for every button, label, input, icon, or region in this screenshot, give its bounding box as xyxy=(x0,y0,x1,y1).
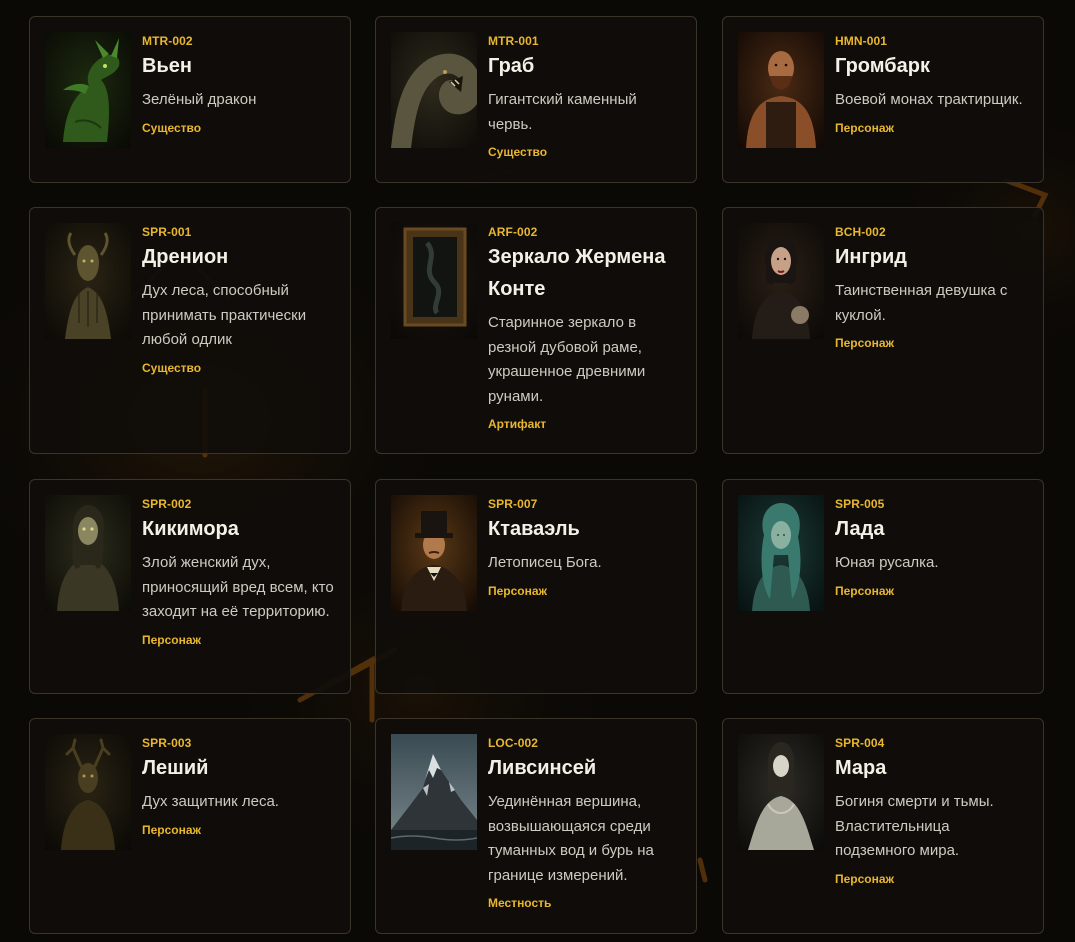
girl-portrait xyxy=(738,223,824,339)
thumbnail-art xyxy=(45,495,131,611)
entity-code: HMN-001 xyxy=(835,34,888,48)
thumbnail-art xyxy=(45,32,131,148)
card-info: SPR-005 Лада Юная русалка. Персонаж xyxy=(835,497,1029,598)
entity-type-badge[interactable]: Существо xyxy=(488,145,682,159)
entity-name[interactable]: Лада xyxy=(835,513,1029,545)
entity-card-spr-002[interactable]: SPR-002 Кикимора Злой женский дух, прино… xyxy=(29,479,351,694)
entity-type-badge[interactable]: Существо xyxy=(142,121,336,135)
entity-card-bch-002[interactable]: BCH-002 Ингрид Таинственная девушка с ку… xyxy=(722,207,1044,454)
card-info: LOC-002 Ливсинсей Уединённая вершина, во… xyxy=(488,736,682,910)
thumbnail-art xyxy=(391,223,477,339)
thumbnail-art xyxy=(738,32,824,148)
entity-type-badge[interactable]: Персонаж xyxy=(835,872,1029,886)
card-info: SPR-007 Ктаваэль Летописец Бога. Персона… xyxy=(488,497,682,598)
thumbnail-art xyxy=(45,734,131,850)
monk-portrait xyxy=(738,32,824,148)
entity-card-spr-003[interactable]: SPR-003 Леший Дух защитник леса. Персона… xyxy=(29,718,351,934)
entity-description: Зелёный дракон xyxy=(142,91,257,108)
mirror-image xyxy=(391,223,477,339)
stone-worm-portrait xyxy=(391,32,477,148)
entity-code: SPR-003 xyxy=(142,736,192,750)
entity-type-badge[interactable]: Местность xyxy=(488,896,682,910)
entity-name[interactable]: Ктаваэль xyxy=(488,513,682,545)
entity-type-badge[interactable]: Персонаж xyxy=(142,633,336,647)
entity-description: Уединённая вершина, возвышающаяся среди … xyxy=(488,793,654,884)
entity-card-spr-005[interactable]: SPR-005 Лада Юная русалка. Персонаж xyxy=(722,479,1044,694)
mountain-image xyxy=(391,734,477,850)
entity-name[interactable]: Ливсинсей xyxy=(488,752,682,784)
kikimora-portrait xyxy=(45,495,131,611)
entity-description: Гигантский каменный червь. xyxy=(488,91,637,133)
entity-code: SPR-001 xyxy=(142,225,192,239)
pale-woman-portrait xyxy=(738,734,824,850)
entity-name[interactable]: Ингрид xyxy=(835,241,1029,273)
entity-description: Таинственная девушка с куклой. xyxy=(835,282,1008,324)
mermaid-portrait xyxy=(738,495,824,611)
entity-code: LOC-002 xyxy=(488,736,539,750)
card-info: MTR-002 Вьен Зелёный дракон Существо xyxy=(142,34,336,135)
entity-card-hmn-001[interactable]: HMN-001 Громбарк Воевой монах трактирщик… xyxy=(722,16,1044,183)
entity-description: Летописец Бога. xyxy=(488,554,602,571)
entity-type-badge[interactable]: Персонаж xyxy=(835,121,1029,135)
entity-card-arf-002[interactable]: ARF-002 Зеркало Жермена Конте Старинное … xyxy=(375,207,697,454)
entity-name[interactable]: Зеркало Жермена Конте xyxy=(488,241,682,305)
card-info: HMN-001 Громбарк Воевой монах трактирщик… xyxy=(835,34,1029,135)
entity-card-loc-002[interactable]: LOC-002 Ливсинсей Уединённая вершина, во… xyxy=(375,718,697,934)
green-dragon-portrait xyxy=(45,32,131,148)
entity-card-mtr-002[interactable]: MTR-002 Вьен Зелёный дракон Существо xyxy=(29,16,351,183)
entity-description: Дух леса, способный принимать практическ… xyxy=(142,282,307,348)
card-info: MTR-001 Граб Гигантский каменный червь. … xyxy=(488,34,682,159)
thumbnail-art xyxy=(738,495,824,611)
entity-code: MTR-002 xyxy=(142,34,193,48)
entity-name[interactable]: Леший xyxy=(142,752,336,784)
entity-type-badge[interactable]: Существо xyxy=(142,361,336,375)
entity-code: ARF-002 xyxy=(488,225,538,239)
entity-type-badge[interactable]: Персонаж xyxy=(142,823,336,837)
entity-type-badge[interactable]: Персонаж xyxy=(835,336,1029,350)
entity-code: BCH-002 xyxy=(835,225,886,239)
thumbnail-art xyxy=(391,495,477,611)
card-info: SPR-001 Дренион Дух леса, способный прин… xyxy=(142,225,336,375)
entity-description: Дух защитник леса. xyxy=(142,793,279,810)
entity-card-spr-004[interactable]: SPR-004 Мара Богиня смерти и тьмы. Власт… xyxy=(722,718,1044,934)
entity-type-badge[interactable]: Персонаж xyxy=(488,584,682,598)
entity-description: Богиня смерти и тьмы. Властительница под… xyxy=(835,793,994,859)
card-info: SPR-002 Кикимора Злой женский дух, прино… xyxy=(142,497,336,647)
top-hat-man-portrait xyxy=(391,495,477,611)
entity-card-mtr-001[interactable]: MTR-001 Граб Гигантский каменный червь. … xyxy=(375,16,697,183)
entity-name[interactable]: Граб xyxy=(488,50,682,82)
thumbnail-art xyxy=(738,223,824,339)
thumbnail-art xyxy=(391,734,477,850)
entity-name[interactable]: Мара xyxy=(835,752,1029,784)
entity-code: SPR-005 xyxy=(835,497,885,511)
entity-code: SPR-004 xyxy=(835,736,885,750)
thumbnail-art xyxy=(391,32,477,148)
entity-code: MTR-001 xyxy=(488,34,539,48)
entity-name[interactable]: Дренион xyxy=(142,241,336,273)
entity-name[interactable]: Громбарк xyxy=(835,50,1029,82)
entity-description: Воевой монах трактирщик. xyxy=(835,91,1023,108)
entity-card-spr-001[interactable]: SPR-001 Дренион Дух леса, способный прин… xyxy=(29,207,351,454)
card-info: ARF-002 Зеркало Жермена Конте Старинное … xyxy=(488,225,682,431)
card-info: SPR-003 Леший Дух защитник леса. Персона… xyxy=(142,736,336,837)
entity-description: Юная русалка. xyxy=(835,554,939,571)
thumbnail-art xyxy=(45,223,131,339)
entity-card-spr-007[interactable]: SPR-007 Ктаваэль Летописец Бога. Персона… xyxy=(375,479,697,694)
entity-type-badge[interactable]: Артифакт xyxy=(488,417,682,431)
entity-type-badge[interactable]: Персонаж xyxy=(835,584,1029,598)
entity-code: SPR-002 xyxy=(142,497,192,511)
entity-code: SPR-007 xyxy=(488,497,538,511)
card-info: BCH-002 Ингрид Таинственная девушка с ку… xyxy=(835,225,1029,350)
card-info: SPR-004 Мара Богиня смерти и тьмы. Власт… xyxy=(835,736,1029,886)
thumbnail-art xyxy=(738,734,824,850)
entity-name[interactable]: Вьен xyxy=(142,50,336,82)
leshy-portrait xyxy=(45,734,131,850)
forest-spirit-portrait xyxy=(45,223,131,339)
entity-description: Старинное зеркало в резной дубовой раме,… xyxy=(488,314,646,405)
entity-name[interactable]: Кикимора xyxy=(142,513,336,545)
entity-description: Злой женский дух, приносящий вред всем, … xyxy=(142,554,334,620)
